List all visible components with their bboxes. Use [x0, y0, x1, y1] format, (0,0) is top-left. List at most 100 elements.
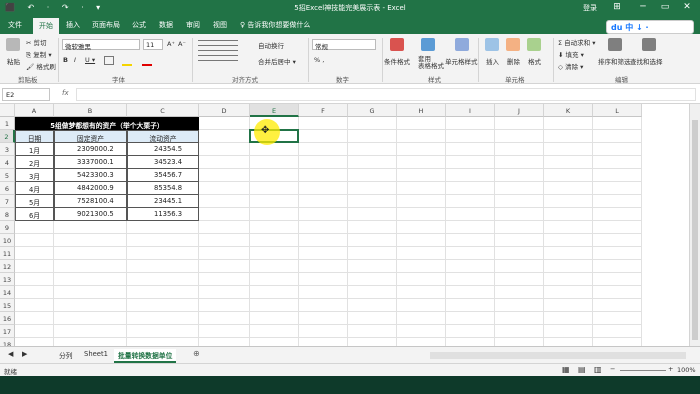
grid-cell[interactable]	[250, 208, 299, 221]
grid-cell[interactable]	[250, 234, 299, 247]
grid-cell[interactable]	[250, 195, 299, 208]
grid-cell[interactable]	[299, 195, 348, 208]
grid-cell[interactable]	[199, 221, 250, 234]
cell-styles-button[interactable]: 单元格样式	[445, 56, 478, 66]
format-as-table-icon[interactable]	[421, 38, 435, 51]
grid-cell[interactable]	[495, 156, 544, 169]
grid-cell[interactable]	[544, 286, 593, 299]
add-sheet-icon[interactable]: ⊕	[193, 349, 200, 358]
wrap-text-button[interactable]: 自动换行	[258, 40, 284, 50]
grid-cell[interactable]	[299, 169, 348, 182]
grid-cell[interactable]	[54, 312, 127, 325]
grid-cell[interactable]	[348, 156, 397, 169]
grid-cell[interactable]	[54, 325, 127, 338]
sheet-tab-split[interactable]: 分列	[55, 349, 77, 361]
bold-button[interactable]: B	[63, 56, 68, 64]
grid-cell[interactable]	[593, 234, 642, 247]
grid-cell[interactable]	[250, 156, 299, 169]
grid-cell[interactable]	[127, 299, 199, 312]
grid-cell[interactable]	[593, 117, 642, 130]
grid-cell[interactable]	[199, 208, 250, 221]
grid-cell[interactable]	[446, 182, 495, 195]
grid-cell[interactable]	[544, 130, 593, 143]
font-size-select[interactable]: 11	[143, 39, 163, 50]
row-header[interactable]: 4	[0, 156, 15, 169]
grid-cell[interactable]	[544, 338, 593, 346]
grid-cell[interactable]	[446, 143, 495, 156]
grid-cell[interactable]	[299, 117, 348, 130]
fill-button[interactable]: ⬇ 填充 ▾	[558, 49, 584, 59]
grid-cell[interactable]	[544, 156, 593, 169]
grid-cell[interactable]	[593, 156, 642, 169]
insert-cells-button[interactable]: 插入	[486, 56, 499, 66]
tab-formulas[interactable]: 公式	[132, 20, 146, 30]
conditional-format-button[interactable]: 条件格式	[384, 56, 410, 66]
grid-cell[interactable]	[299, 156, 348, 169]
table-data-cell[interactable]: 1月	[15, 143, 54, 156]
grid-cell[interactable]	[127, 260, 199, 273]
scroll-thumb[interactable]	[692, 120, 698, 340]
grid-cell[interactable]	[15, 325, 54, 338]
paste-icon[interactable]	[6, 38, 20, 51]
grid-cell[interactable]	[446, 286, 495, 299]
page-layout-view-icon[interactable]: ▤	[578, 365, 586, 374]
grid-cell[interactable]	[544, 208, 593, 221]
grid-cell[interactable]	[199, 234, 250, 247]
cut-button[interactable]: ✂ 剪切	[26, 37, 47, 47]
grid-cell[interactable]	[54, 260, 127, 273]
grid-cell[interactable]	[15, 299, 54, 312]
grid-cell[interactable]	[127, 221, 199, 234]
grid-cell[interactable]	[544, 182, 593, 195]
grid-cell[interactable]	[127, 312, 199, 325]
grid-cell[interactable]	[250, 169, 299, 182]
grid-cell[interactable]	[544, 234, 593, 247]
grid-cell[interactable]	[299, 338, 348, 346]
grid-cell[interactable]	[127, 338, 199, 346]
grid-cell[interactable]	[446, 117, 495, 130]
zoom-level[interactable]: 100%	[677, 366, 696, 374]
grid-cell[interactable]	[544, 117, 593, 130]
copy-button[interactable]: ⎘ 复制 ▾	[26, 49, 52, 60]
column-header[interactable]: F	[299, 104, 348, 117]
name-box[interactable]: E2	[2, 88, 50, 101]
grid-cell[interactable]	[348, 299, 397, 312]
grid-cell[interactable]	[299, 273, 348, 286]
row-header[interactable]: 8	[0, 208, 15, 221]
grid-cell[interactable]	[299, 286, 348, 299]
grid-cell[interactable]	[250, 143, 299, 156]
grid-cell[interactable]	[54, 247, 127, 260]
grid-cell[interactable]	[348, 221, 397, 234]
grid-cell[interactable]	[199, 169, 250, 182]
table-data-cell[interactable]: 85354.8	[127, 182, 199, 195]
grid-cell[interactable]	[348, 312, 397, 325]
autosum-button[interactable]: Σ 自动求和 ▾	[558, 37, 596, 47]
zoom-in-button[interactable]: +	[668, 365, 673, 373]
worksheet-grid[interactable]: A B C D E F G H I J K L 1 2 3 4 5 6 7 8 9 10 11 12 13 14 15 16 17 18 5…	[0, 104, 689, 346]
grid-cell[interactable]	[250, 221, 299, 234]
grid-cell[interactable]	[199, 338, 250, 346]
grid-cell[interactable]	[54, 234, 127, 247]
clear-button[interactable]: ◇ 清除 ▾	[558, 61, 583, 71]
grid-cell[interactable]	[495, 247, 544, 260]
grid-cell[interactable]	[495, 195, 544, 208]
grid-cell[interactable]	[593, 325, 642, 338]
grid-cell[interactable]	[544, 143, 593, 156]
grid-cell[interactable]	[397, 130, 446, 143]
grid-cell[interactable]	[348, 130, 397, 143]
grid-cell[interactable]	[446, 208, 495, 221]
column-header[interactable]: J	[495, 104, 544, 117]
grid-cell[interactable]	[495, 312, 544, 325]
grid-cell[interactable]	[199, 247, 250, 260]
vertical-scrollbar[interactable]	[689, 104, 700, 346]
grid-cell[interactable]	[446, 195, 495, 208]
grid-cell[interactable]	[15, 312, 54, 325]
column-header[interactable]: K	[544, 104, 593, 117]
number-format-select[interactable]: 常规	[312, 39, 376, 51]
grid-cell[interactable]	[593, 182, 642, 195]
grid-cell[interactable]	[495, 286, 544, 299]
row-header[interactable]: 9	[0, 221, 15, 234]
grid-cell[interactable]	[397, 247, 446, 260]
grid-cell[interactable]	[544, 325, 593, 338]
grid-cell[interactable]	[593, 130, 642, 143]
column-header[interactable]: B	[54, 104, 127, 117]
